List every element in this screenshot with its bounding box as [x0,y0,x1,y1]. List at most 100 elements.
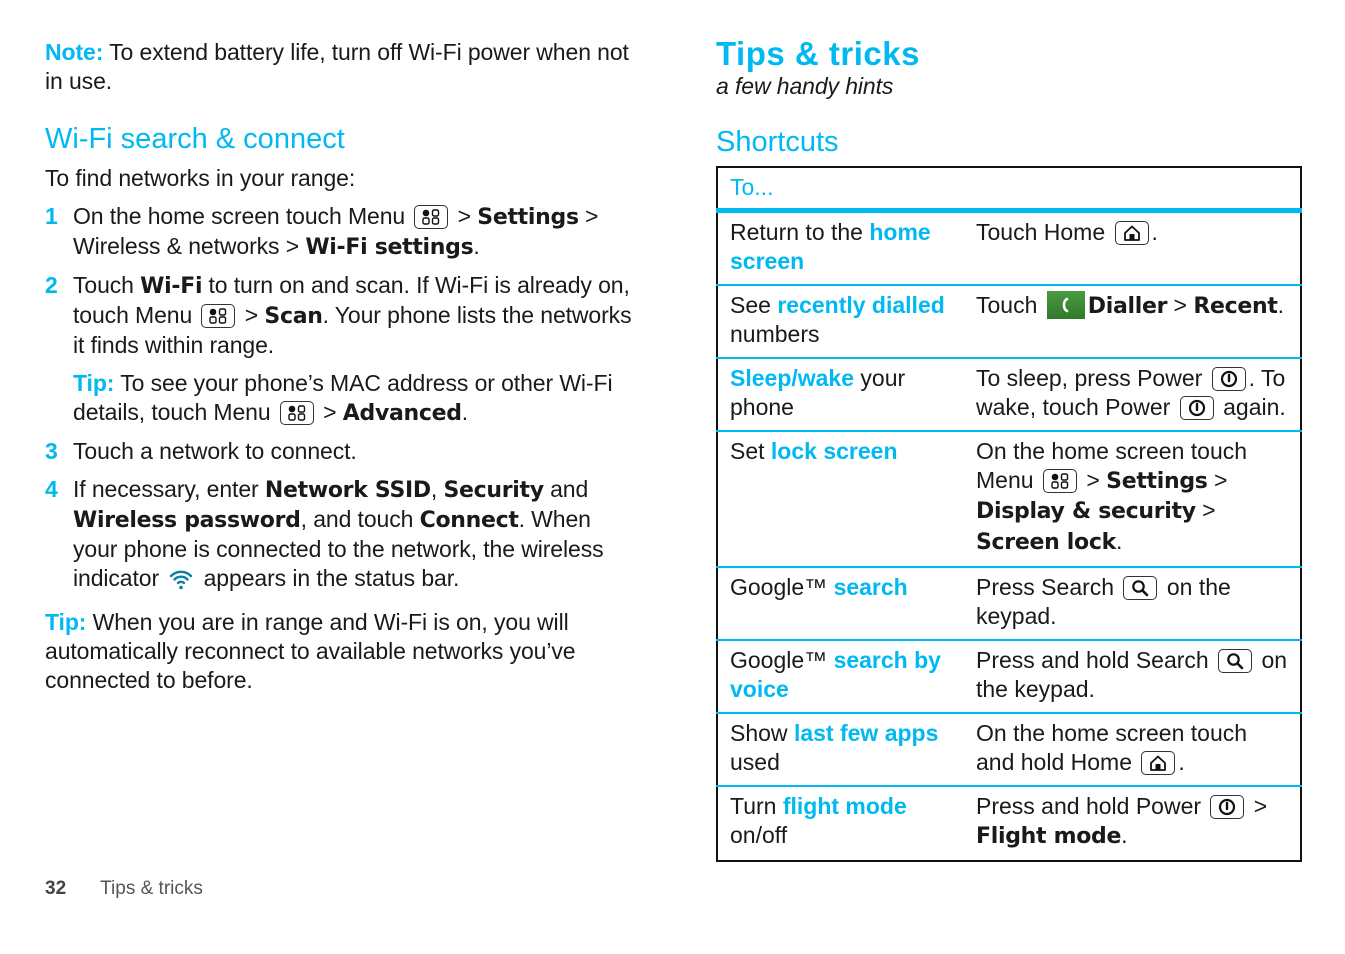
footer-section: Tips & tricks [100,878,203,899]
wifi-indicator-icon [169,567,193,598]
cell-text: Touch Home [976,219,1112,245]
cell-text: numbers [730,320,820,347]
table-row: Google™ search Press Search on the keypa… [717,567,1301,641]
note-text: To extend battery life, turn off Wi-Fi p… [45,39,629,94]
settings-command: Settings [477,205,579,230]
cell-text: . [1121,821,1128,848]
network-ssid-command: Network SSID [264,478,431,503]
table-header: To... [717,167,1301,213]
row-action: See recently dialled numbers [717,285,964,359]
cell-text: Press and hold Search [976,647,1216,673]
search-key-icon [1123,576,1158,600]
cell-text: To sleep, press Power [976,365,1209,391]
table-row: Show last few apps used On the home scre… [717,713,1301,787]
step-number: 2 [45,272,58,298]
cell-text: Touch [976,292,1044,318]
screen-lock-command: Screen lock [976,529,1116,555]
table-row: See recently dialled numbers Touch Diall… [717,285,1301,359]
cell-text: Set [730,438,771,464]
tip-label: Tip: [73,370,115,396]
page-title: Tips & tricks [716,35,920,72]
wifi-command: Wi-Fi [140,274,203,299]
row-action: Turn flight mode on/off [717,786,964,861]
menu-key-icon [279,401,314,425]
settings-command: Settings [1106,468,1208,494]
cell-text: used [730,748,780,775]
table-row: Sleep/wake your phone To sleep, press Po… [717,358,1301,432]
page-subtitle: a few handy hints [716,73,894,99]
left-column: Note: To extend battery life, turn off W… [45,38,635,695]
cell-text: On the home screen touch and hold Home [976,720,1248,775]
step-text: If necessary, enter [73,476,265,502]
home-key-icon [1114,221,1149,245]
step-text: Touch [73,272,141,298]
step-text: > [451,203,478,229]
security-command: Security [443,478,544,503]
cell-text: > [1207,466,1228,493]
step-text: and [543,476,589,502]
cell-text: . [1151,219,1158,245]
row-instruction: Press Search on the keypad. [964,567,1301,641]
step-3: 3 Touch a network to connect. [45,437,635,466]
cell-text: . [1178,748,1185,775]
row-action: Return to the home screen [717,210,964,286]
reconnect-tip: Tip: When you are in range and Wi-Fi is … [45,608,635,695]
search-key-icon [1218,649,1253,673]
menu-key-icon [1042,468,1077,493]
advanced-command: Advanced [342,401,462,426]
cell-text: Google™ [730,574,834,600]
tip-label: Tip: [45,609,87,635]
table-row: Google™ search by voice Press and hold S… [717,640,1301,714]
shortcuts-table: To... Return to the home screen Touch Ho… [716,166,1302,862]
step-text: appears in the status bar. [197,565,460,591]
menu-key-icon [414,205,449,229]
step-2-tip: Tip: To see your phone’s MAC address or … [45,369,635,428]
scan-command: Scan [264,304,323,329]
row-instruction: On the home screen touch Menu > Settings… [964,431,1301,568]
dialler-command: Dialler [1087,294,1168,319]
power-key-icon [1210,795,1245,819]
cell-text: Return to the [730,219,870,245]
cell-text: . [1277,292,1284,318]
cell-text: Turn [730,793,783,819]
tip-text: When you are in range and Wi-Fi is on, y… [45,609,576,693]
step-1: 1 On the home screen touch Menu > Setting… [45,202,635,262]
step-number: 4 [45,476,58,502]
step-text: On the home screen touch Menu [73,203,412,229]
row-instruction: Press and hold Search on the keypad. [964,640,1301,714]
section-title-shortcuts: Shortcuts [716,126,839,158]
menu-key-icon [201,304,236,328]
table-row: Return to the home screen Touch Home . [717,210,1301,286]
row-instruction: Press and hold Power > Flight mode. [964,786,1301,861]
highlight-text: search [833,574,908,600]
row-instruction: Touch Home . [964,210,1301,286]
row-action: Set lock screen [717,431,964,568]
step-2: 2 Touch Wi-Fi to turn on and scan. If Wi-… [45,271,635,360]
note-label: Note: [45,39,104,65]
cell-text: Show [730,720,794,746]
step-text: . [473,233,480,259]
home-key-icon [1141,750,1176,775]
row-instruction: On the home screen touch and hold Home . [964,713,1301,787]
tip-text: . [461,399,468,425]
cell-text: Press Search [976,574,1121,600]
row-action: Google™ search by voice [717,640,964,714]
step-4: 4 If necessary, enter Network SSID, Secur… [45,475,635,598]
right-column: Tips & tricks a few handy hints Shortcut… [716,34,1302,862]
connect-command: Connect [419,508,519,533]
highlight-text: lock screen [770,438,898,464]
table-row: Turn flight mode on/off Press and hold P… [717,786,1301,861]
cell-text: > [1247,793,1268,819]
cell-text: Google™ [730,647,834,673]
step-number: 3 [45,438,58,464]
power-key-icon [1179,395,1214,420]
row-action: Google™ search [717,567,964,641]
page-footer: 32 Tips & tricks [45,878,203,900]
cell-text: > [1195,497,1216,523]
cell-text: See [730,292,778,318]
recent-command: Recent [1193,294,1278,319]
section-title-wifi: Wi-Fi search & connect [45,123,345,155]
tip-text: > [316,399,343,425]
highlight-text: last few apps [793,720,939,746]
step-text: , and touch [300,506,420,532]
